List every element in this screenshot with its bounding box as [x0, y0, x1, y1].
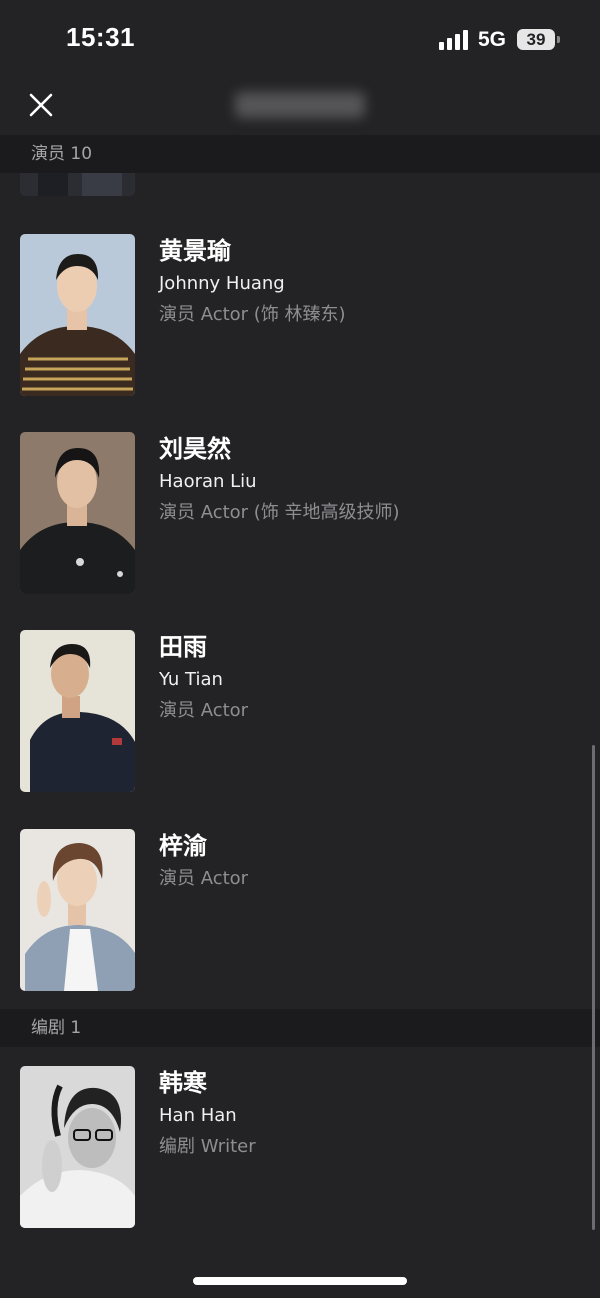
person-english-name: Haoran Liu — [159, 471, 257, 492]
cellular-signal-icon — [439, 30, 471, 50]
network-type: 5G — [478, 28, 507, 51]
battery-cap — [557, 36, 560, 43]
avatar — [20, 1066, 135, 1228]
list-item[interactable]: 田雨 Yu Tian 演员 Actor — [0, 630, 600, 792]
person-name: 梓渝 — [159, 832, 207, 860]
person-name: 韩寒 — [159, 1069, 207, 1097]
list-item[interactable]: 韩寒 Han Han 编剧 Writer — [0, 1066, 600, 1228]
page-title-blurred — [235, 92, 365, 118]
avatar — [20, 432, 135, 594]
person-role: 编剧 Writer — [159, 1136, 256, 1157]
avatar — [20, 829, 135, 991]
person-english-name: Han Han — [159, 1105, 237, 1126]
section-header-actors: 演员 10 — [0, 135, 600, 173]
avatar — [20, 234, 135, 396]
status-bar: 15:31 5G 39 — [0, 0, 600, 78]
nav-bar — [0, 78, 600, 134]
partial-photo — [20, 173, 135, 196]
person-role: 演员 Actor (饰 辛地高级技师) — [159, 502, 400, 523]
battery-icon: 39 — [517, 29, 555, 50]
list-item[interactable]: 黄景瑜 Johnny Huang 演员 Actor (饰 林臻东) — [0, 234, 600, 396]
person-english-name: Yu Tian — [159, 669, 223, 690]
person-english-name: Johnny Huang — [159, 273, 285, 294]
person-role: 演员 Actor — [159, 700, 249, 721]
close-button[interactable] — [22, 86, 60, 124]
home-indicator[interactable] — [193, 1277, 407, 1285]
person-role: 演员 Actor (饰 林臻东) — [159, 304, 346, 325]
person-role: 演员 Actor — [159, 868, 249, 889]
section-header-writers: 编剧 1 — [0, 1009, 600, 1047]
avatar — [20, 630, 135, 792]
scrollbar[interactable] — [592, 745, 595, 1230]
person-name: 黄景瑜 — [159, 237, 231, 265]
list-item[interactable]: 刘昊然 Haoran Liu 演员 Actor (饰 辛地高级技师) — [0, 432, 600, 594]
close-icon — [29, 93, 53, 117]
list-item[interactable]: 梓渝 演员 Actor — [0, 829, 600, 991]
person-name: 田雨 — [159, 633, 207, 661]
status-time: 15:31 — [66, 22, 135, 52]
person-name: 刘昊然 — [159, 435, 231, 463]
